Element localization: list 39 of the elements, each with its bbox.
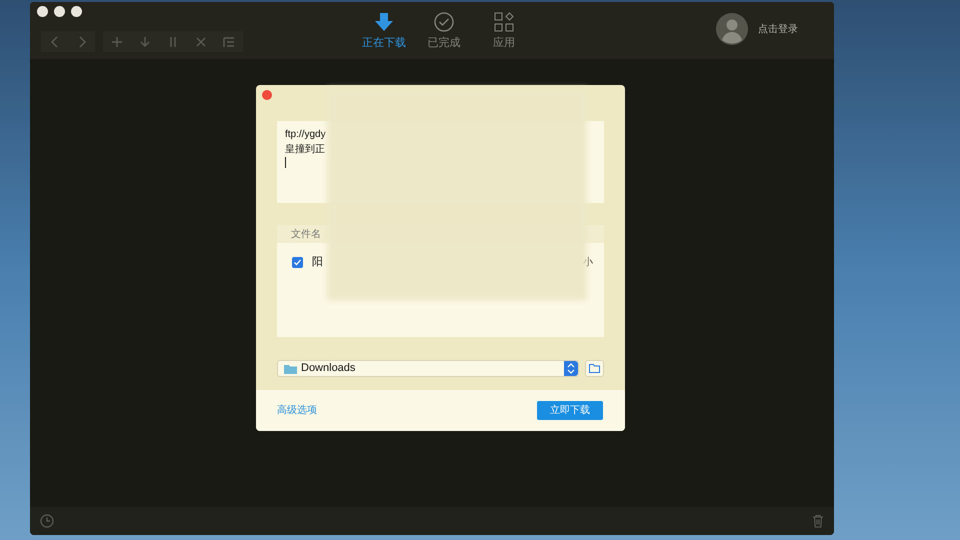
folder-select[interactable]: Downloads bbox=[277, 360, 579, 377]
url-text-line: 皇撞到正 bbox=[285, 142, 325, 157]
back-icon bbox=[50, 36, 60, 48]
zoom-button[interactable] bbox=[71, 6, 82, 17]
back-button[interactable] bbox=[41, 31, 68, 52]
pause-icon bbox=[168, 36, 178, 48]
advanced-options-link[interactable]: 高级选项 bbox=[277, 403, 317, 418]
close-icon bbox=[195, 36, 207, 48]
checkbox[interactable] bbox=[292, 256, 303, 268]
avatar-icon[interactable] bbox=[716, 13, 748, 45]
down-arrow-icon bbox=[139, 36, 151, 48]
column-header: 文件名 bbox=[291, 228, 321, 242]
download-arrow-icon bbox=[374, 12, 394, 32]
clock-icon[interactable] bbox=[40, 514, 54, 528]
folder-icon bbox=[589, 364, 600, 373]
file-name: 阳 bbox=[312, 254, 323, 270]
stepper-icon bbox=[564, 361, 578, 376]
apps-grid-icon bbox=[494, 12, 514, 32]
list-icon bbox=[223, 36, 235, 48]
folder-name: Downloads bbox=[301, 361, 356, 376]
plus-icon bbox=[111, 36, 123, 48]
add-button[interactable] bbox=[103, 31, 131, 52]
folder-icon bbox=[284, 364, 297, 374]
forward-button[interactable] bbox=[68, 31, 95, 52]
list-button[interactable] bbox=[215, 31, 243, 52]
forward-icon bbox=[76, 36, 86, 48]
table-cell-text: 小 bbox=[583, 256, 593, 270]
checkmark-circle-icon bbox=[434, 12, 454, 32]
login-link[interactable]: 点击登录 bbox=[758, 22, 798, 36]
url-text-line: ftp://ygdy bbox=[285, 128, 326, 142]
nav-tab[interactable]: 已完成 bbox=[420, 12, 468, 52]
nav-tab[interactable]: 应用 bbox=[480, 12, 528, 52]
nav-tab[interactable]: 正在下载 bbox=[360, 12, 408, 52]
download-now-button[interactable]: 立即下载 bbox=[537, 401, 603, 420]
text-cursor bbox=[285, 157, 286, 168]
trash-icon[interactable] bbox=[812, 514, 824, 528]
minimize-button[interactable] bbox=[54, 6, 65, 17]
browse-folder-button[interactable] bbox=[585, 360, 604, 377]
close-button[interactable] bbox=[37, 6, 48, 17]
